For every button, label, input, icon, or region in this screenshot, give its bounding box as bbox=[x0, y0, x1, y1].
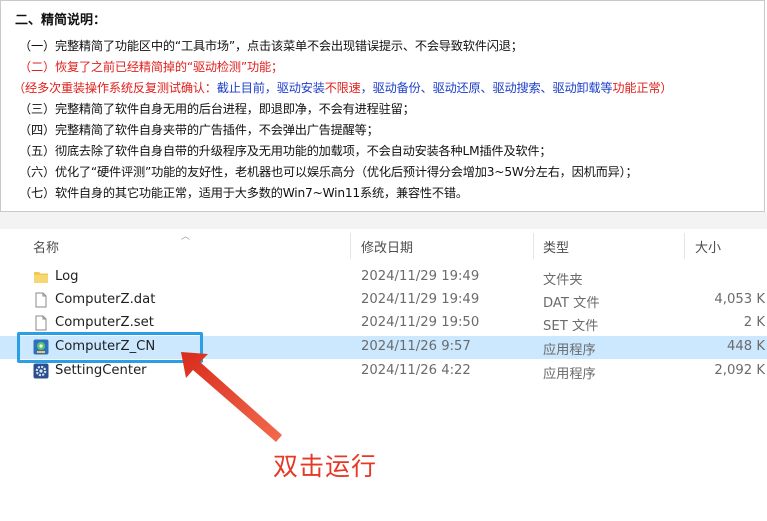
notes-panel: 二、精简说明： （一）完整精简了功能区中的“工具市场”，点击该菜单不会出现错误提… bbox=[0, 0, 765, 212]
note-line-3-part-4: ，驱动备份、驱动还原、驱动搜索、驱动卸载等 bbox=[360, 81, 613, 95]
file-name: ComputerZ.set bbox=[55, 315, 154, 330]
note-line-6: （五）彻底去除了软件自身自带的升级程序及无用功能的加载项，不会自动安装各种LM插… bbox=[19, 144, 552, 158]
annotation-label: 双击运行 bbox=[273, 452, 378, 481]
note-line-2: （二）恢复了之前已经精简掉的“驱动检测”功能； bbox=[19, 60, 283, 74]
gear-icon bbox=[33, 363, 49, 379]
file-type: SET 文件 bbox=[543, 319, 599, 334]
file-size: 2,092 K bbox=[714, 363, 765, 378]
file-name: ComputerZ.dat bbox=[55, 292, 156, 307]
file-type: 应用程序 bbox=[543, 343, 596, 358]
note-line-8: （七）软件自身的其它功能正常，适用于大多数的Win7~Win11系统，兼容性不错… bbox=[19, 186, 468, 200]
file-explorer: ︿ 名称 修改日期 类型 大小 Log 2024/11/29 19:49 文件夹… bbox=[0, 229, 767, 521]
file-size: 448 K bbox=[726, 339, 765, 354]
column-header-size[interactable]: 大小 bbox=[695, 237, 721, 256]
column-divider[interactable] bbox=[533, 233, 534, 259]
column-divider[interactable] bbox=[684, 233, 685, 259]
note-line-3-part-5: 功能正常） bbox=[612, 81, 673, 95]
note-line-3: （经多次重装操作系统反复测试确认：截止目前，驱动安装不限速，驱动备份、驱动还原、… bbox=[13, 78, 673, 96]
file-type: DAT 文件 bbox=[543, 296, 600, 311]
note-line-4: （三）完整精简了软件自身无用的后台进程，即退即净，不会有进程驻留； bbox=[19, 102, 415, 116]
note-line-7: （六）优化了“硬件评测”功能的友好性，老机器也可以娱乐高分（优化后预计得分会增加… bbox=[19, 165, 638, 179]
sort-up-icon: ︿ bbox=[181, 232, 191, 242]
file-date: 2024/11/26 9:57 bbox=[361, 339, 471, 354]
file-row-settingcenter[interactable]: SettingCenter 2024/11/26 4:22 应用程序 2,092… bbox=[0, 360, 767, 383]
file-row-log[interactable]: Log 2024/11/29 19:49 文件夹 bbox=[0, 266, 767, 289]
document-icon bbox=[33, 315, 49, 331]
file-name: Log bbox=[55, 269, 79, 284]
notes-heading: 二、精简说明： bbox=[15, 13, 107, 28]
file-date: 2024/11/29 19:50 bbox=[361, 315, 480, 330]
highlight-box bbox=[17, 332, 203, 363]
file-date: 2024/11/26 4:22 bbox=[361, 363, 471, 378]
note-line-3-part-1: （经多次重装操作系统反复测试确认： bbox=[13, 81, 217, 95]
column-header-name[interactable]: 名称 bbox=[33, 237, 59, 256]
file-row-computerz-dat[interactable]: ComputerZ.dat 2024/11/29 19:49 DAT 文件 4,… bbox=[0, 289, 767, 312]
file-size: 4,053 K bbox=[714, 292, 765, 307]
note-line-1: （一）完整精简了功能区中的“工具市场”，点击该菜单不会出现错误提示、不会导致软件… bbox=[19, 39, 523, 53]
file-size: 2 K bbox=[743, 315, 765, 330]
column-header-type[interactable]: 类型 bbox=[543, 237, 569, 256]
column-divider[interactable] bbox=[350, 233, 351, 259]
note-line-5: （四）完整精简了软件自身夹带的广告插件，不会弹出广告提醒等； bbox=[19, 123, 379, 137]
file-type: 应用程序 bbox=[543, 367, 596, 382]
file-date: 2024/11/29 19:49 bbox=[361, 269, 480, 284]
separator-band bbox=[0, 212, 767, 229]
file-date: 2024/11/29 19:49 bbox=[361, 292, 480, 307]
column-header-date[interactable]: 修改日期 bbox=[361, 237, 413, 256]
note-line-3-part-2: 截止目前，驱动安装 bbox=[216, 81, 325, 95]
annotation-arrow-icon bbox=[181, 352, 282, 442]
note-line-3-part-3: 不限速 bbox=[324, 81, 361, 95]
file-name: SettingCenter bbox=[55, 363, 147, 378]
folder-icon bbox=[33, 269, 49, 285]
document-icon bbox=[33, 292, 49, 308]
file-type: 文件夹 bbox=[543, 273, 583, 288]
